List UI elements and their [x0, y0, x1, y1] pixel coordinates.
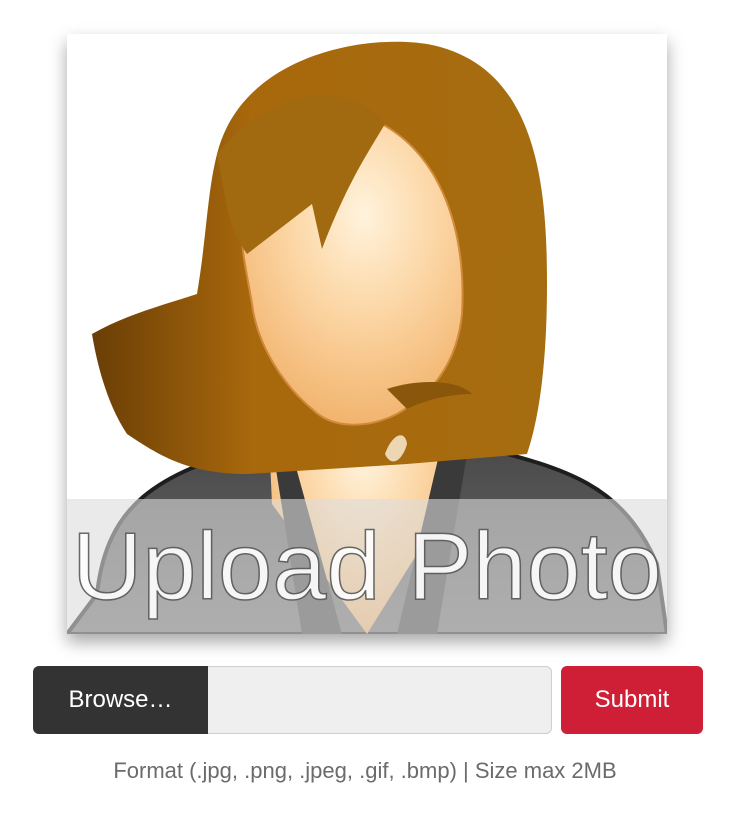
avatar-upload-area[interactable]: Upload Photo [67, 34, 667, 634]
browse-button[interactable]: Browse… [33, 666, 208, 734]
submit-button[interactable]: Submit [561, 666, 703, 734]
file-path-field[interactable] [208, 666, 552, 734]
upload-photo-overlay-text: Upload Photo [72, 513, 662, 620]
file-upload-bar: Browse… Submit [33, 666, 703, 734]
upload-photo-widget: Upload Photo Browse… Submit Format (.jpg… [0, 0, 730, 816]
female-avatar-icon: Upload Photo [67, 41, 667, 634]
format-size-hint: Format (.jpg, .png, .jpeg, .gif, .bmp) |… [113, 758, 617, 783]
